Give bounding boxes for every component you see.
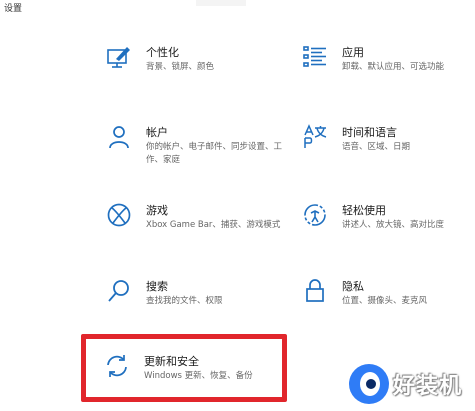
personalization-icon [106, 44, 132, 70]
watermark-eye-pupil [366, 379, 376, 389]
tile-name: 游戏 [146, 204, 168, 217]
account-icon [106, 124, 132, 150]
tile-name: 搜索 [146, 280, 168, 293]
tile-description: 查找我的文件、权限 [146, 296, 223, 306]
tile-name: 时间和语言 [342, 126, 397, 139]
search-icon [106, 278, 132, 304]
tile-personalization[interactable]: 个性化 背景、锁屏、颜色 [106, 42, 286, 102]
tile-name: 帐户 [146, 126, 168, 139]
tile-description: 语音、区域、日期 [342, 142, 411, 152]
tile-name: 隐私 [342, 280, 364, 293]
tile-privacy[interactable]: 隐私 位置、摄像头、麦克风 [302, 276, 475, 336]
tile-search[interactable]: 搜索 查找我的文件、权限 [106, 276, 286, 336]
tile-description: 背景、锁屏、颜色 [146, 62, 215, 72]
update-icon [104, 353, 130, 379]
xbox-icon [106, 202, 132, 228]
ease-of-access-icon [302, 202, 328, 228]
tile-accounts[interactable]: 帐户 你的帐户、电子邮件、同步设置、工作、家庭 [106, 122, 286, 182]
apps-icon [302, 44, 328, 70]
watermark-text: 好装机 [393, 374, 463, 399]
lock-icon [302, 278, 328, 304]
watermark-logo: 好装机 [343, 360, 473, 410]
tile-description: 位置、摄像头、麦克风 [342, 296, 428, 306]
tile-gaming[interactable]: 游戏 Xbox Game Bar、捕获、游戏模式 [106, 200, 286, 260]
tile-description: 讲述人、放大镜、高对比度 [342, 220, 445, 230]
tile-description: Xbox Game Bar、捕获、游戏模式 [146, 220, 281, 230]
tile-description: 你的帐户、电子邮件、同步设置、工作、家庭 [146, 142, 283, 165]
tile-description: Windows 更新、恢复、备份 [144, 371, 253, 381]
tile-name: 更新和安全 [144, 355, 199, 368]
tile-name: 轻松使用 [342, 204, 386, 217]
tile-description: 卸载、默认应用、可选功能 [342, 62, 445, 72]
tile-update-security[interactable]: 更新和安全 Windows 更新、恢复、备份 [104, 351, 284, 411]
tile-time-language[interactable]: 时间和语言 语音、区域、日期 [302, 122, 475, 182]
search-bar-edge [196, 0, 246, 6]
time-language-icon [302, 124, 328, 150]
tile-name: 应用 [342, 46, 364, 59]
tile-name: 个性化 [146, 46, 179, 59]
tile-apps[interactable]: 应用 卸载、默认应用、可选功能 [302, 42, 475, 102]
tile-ease-of-access[interactable]: 轻松使用 讲述人、放大镜、高对比度 [302, 200, 475, 260]
window-title: 设置 [4, 4, 23, 14]
